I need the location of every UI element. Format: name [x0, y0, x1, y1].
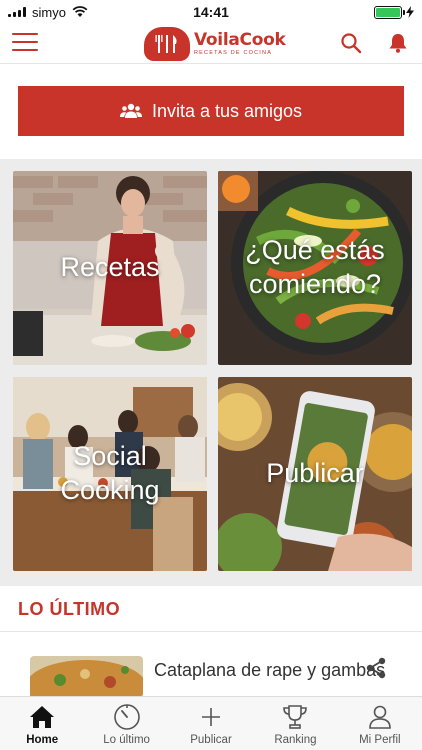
nav-mi-perfil[interactable]: Mi Perfil [338, 697, 422, 750]
tile-label-publicar: Publicar [266, 458, 364, 489]
latest-section-header: LO ÚLTIMO [0, 586, 422, 632]
logo-subtitle: RECETAS DE COCINA [194, 49, 273, 56]
wifi-icon [72, 6, 88, 17]
nav-lo-ultimo-label: Lo último [103, 734, 150, 746]
invite-friends-button[interactable]: Invita a tus amigos [18, 86, 404, 136]
battery-icon [374, 5, 405, 19]
signal-icon [8, 7, 26, 17]
recipe-title: Cataplana de rape y gambas [154, 660, 386, 680]
status-bar: simyo 14:41 [0, 0, 422, 24]
recipe-thumbnail [30, 656, 143, 696]
menu-icon[interactable] [12, 33, 38, 53]
latest-section-title: LO ÚLTIMO [18, 599, 121, 619]
plus-icon [202, 708, 221, 726]
feature-grid: Recetas ¿Qué estás comiendo? Social Cook… [0, 159, 422, 586]
carrier-name: simyo [32, 4, 66, 20]
tile-recetas[interactable]: Recetas [13, 171, 207, 365]
status-right [374, 5, 414, 19]
nav-publicar-label: Publicar [190, 734, 232, 746]
trophy-icon [283, 705, 308, 729]
app-header: VoilaCook RECETAS DE COCINA [0, 24, 422, 64]
invite-label: Invita a tus amigos [151, 100, 303, 121]
home-icon [30, 706, 55, 728]
status-left: simyo [8, 5, 88, 20]
bell-icon[interactable] [387, 32, 409, 54]
recipe-item[interactable]: Cataplana de rape y gambas [0, 632, 422, 696]
users-icon [119, 103, 142, 118]
nav-ranking[interactable]: Ranking [253, 697, 337, 750]
tile-social-cooking[interactable]: Social Cooking [13, 377, 207, 571]
tile-que-estas-comiendo[interactable]: ¿Qué estás comiendo? [218, 171, 412, 365]
logo-text: VoilaCook RECETAS DE COCINA [194, 29, 286, 57]
logo-badge-icon [144, 27, 190, 61]
search-icon[interactable] [340, 32, 362, 54]
battery-level [376, 7, 400, 17]
nav-ranking-label: Ranking [274, 734, 317, 746]
share-icon[interactable] [364, 656, 388, 680]
nav-publicar[interactable]: Publicar [169, 697, 253, 750]
timer-icon [113, 704, 140, 730]
bottom-nav: Home Lo último Publicar Ranking Mi Perfi… [0, 696, 422, 750]
nav-mi-perfil-label: Mi Perfil [359, 734, 401, 746]
nav-lo-ultimo[interactable]: Lo último [84, 697, 168, 750]
logo-name: VoilaCook [194, 29, 286, 50]
tile-label-social-cooking: Social Cooking [60, 441, 160, 505]
charging-icon [406, 6, 414, 18]
user-icon [369, 705, 391, 729]
tile-label-recetas: Recetas [60, 252, 160, 283]
invite-section: Invita a tus amigos [0, 64, 422, 159]
tile-label-que-estas-comiendo: ¿Qué estás comiendo? [245, 235, 385, 299]
cutlery-icon [155, 35, 177, 53]
tile-publicar[interactable]: Publicar [218, 377, 412, 571]
nav-home[interactable]: Home [0, 697, 84, 750]
nav-home-label: Home [26, 734, 59, 746]
logo[interactable]: VoilaCook RECETAS DE COCINA [144, 24, 286, 64]
